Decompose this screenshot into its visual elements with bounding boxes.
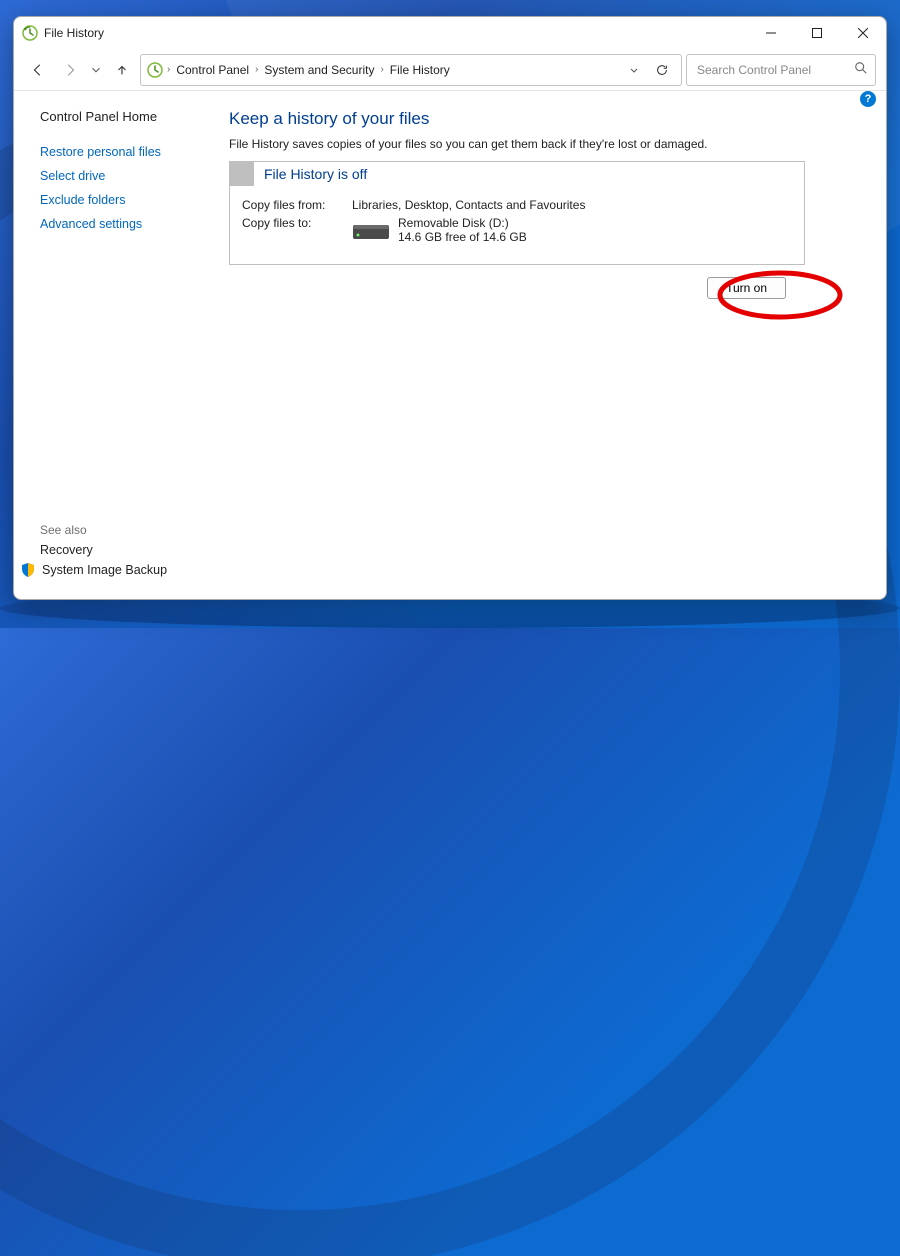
status-icon-placeholder xyxy=(230,162,254,186)
search-input[interactable] xyxy=(695,62,854,78)
chevron-right-icon[interactable]: › xyxy=(165,64,172,75)
copy-from-label: Copy files from: xyxy=(242,198,352,212)
disk-name: Removable Disk (D:) xyxy=(398,216,527,230)
page-heading: Keep a history of your files xyxy=(229,109,858,129)
breadcrumb-system-security[interactable]: System and Security xyxy=(262,61,376,79)
nav-up-button[interactable] xyxy=(108,56,136,84)
drive-icon xyxy=(352,219,390,241)
breadcrumb-control-panel[interactable]: Control Panel xyxy=(174,61,251,79)
sidebar-link-advanced[interactable]: Advanced settings xyxy=(40,217,229,231)
maximize-button[interactable] xyxy=(794,17,840,49)
turn-on-button[interactable]: Turn on xyxy=(707,277,786,299)
shield-icon xyxy=(20,562,36,578)
file-history-window: File History › Control Panel › System an… xyxy=(13,16,887,600)
see-also-recovery[interactable]: Recovery xyxy=(40,543,229,557)
refresh-icon[interactable] xyxy=(649,63,675,77)
nav-recent-button[interactable] xyxy=(88,56,104,84)
path-icon xyxy=(147,62,163,78)
sidebar: Control Panel Home Restore personal file… xyxy=(14,91,229,599)
breadcrumb-path[interactable]: › Control Panel › System and Security › … xyxy=(140,54,682,86)
file-history-icon xyxy=(22,25,38,41)
disk-free: 14.6 GB free of 14.6 GB xyxy=(398,230,527,244)
sidebar-link-restore[interactable]: Restore personal files xyxy=(40,145,229,159)
minimize-button[interactable] xyxy=(748,17,794,49)
chevron-right-icon[interactable]: › xyxy=(253,64,260,75)
history-dropdown-icon[interactable] xyxy=(621,64,647,76)
main-content: ? Keep a history of your files File Hist… xyxy=(229,91,886,599)
chevron-right-icon[interactable]: › xyxy=(378,64,385,75)
copy-to-label: Copy files to: xyxy=(242,216,352,244)
search-icon[interactable] xyxy=(854,61,868,78)
page-subtext: File History saves copies of your files … xyxy=(229,137,858,151)
search-box[interactable] xyxy=(686,54,876,86)
nav-forward-button[interactable] xyxy=(56,56,84,84)
control-panel-home-link[interactable]: Control Panel Home xyxy=(40,109,229,124)
breadcrumb-file-history[interactable]: File History xyxy=(388,61,452,79)
status-panel: File History is off Copy files from: Lib… xyxy=(229,161,805,265)
copy-from-value: Libraries, Desktop, Contacts and Favouri… xyxy=(352,198,585,212)
nav-back-button[interactable] xyxy=(24,56,52,84)
sidebar-link-exclude[interactable]: Exclude folders xyxy=(40,193,229,207)
status-title: File History is off xyxy=(254,166,367,182)
help-icon[interactable]: ? xyxy=(860,91,876,107)
sidebar-link-select-drive[interactable]: Select drive xyxy=(40,169,229,183)
close-button[interactable] xyxy=(840,17,886,49)
see-also-heading: See also xyxy=(40,523,229,537)
titlebar: File History xyxy=(14,17,886,49)
address-bar: › Control Panel › System and Security › … xyxy=(14,49,886,91)
see-also-system-image-backup[interactable]: System Image Backup xyxy=(20,562,229,578)
window-title: File History xyxy=(44,26,104,40)
